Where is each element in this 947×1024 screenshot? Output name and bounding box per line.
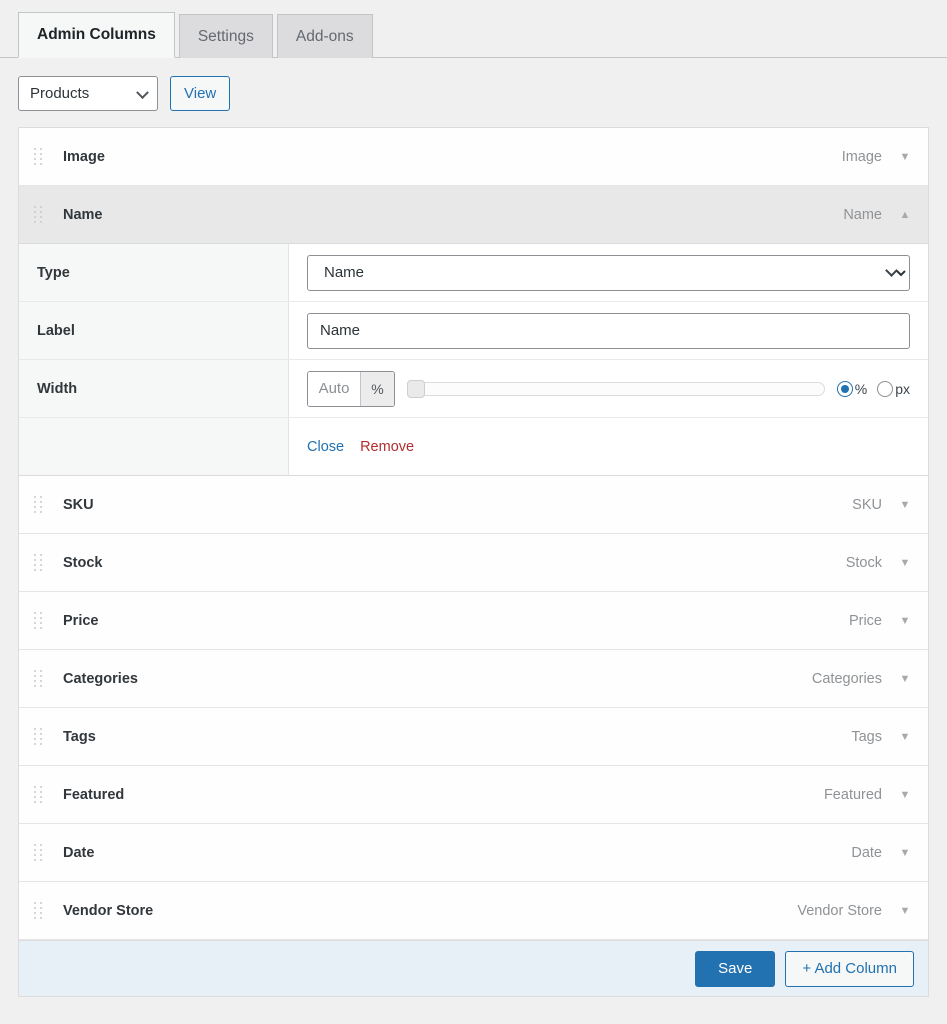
tab-settings[interactable]: Settings	[178, 14, 273, 58]
save-button[interactable]: Save	[695, 950, 776, 987]
close-link[interactable]: Close	[307, 439, 344, 455]
settings-row-label-field: Label	[19, 302, 928, 360]
settings-row-label: Type	[19, 244, 289, 301]
drag-handle-icon[interactable]	[34, 554, 44, 571]
column-row-date[interactable]: Date Date ▼	[19, 824, 928, 882]
column-type: Vendor Store	[797, 902, 882, 919]
chevron-down-icon[interactable]: ▼	[882, 905, 928, 917]
tab-add-ons[interactable]: Add-ons	[276, 14, 373, 58]
column-type: Date	[851, 844, 882, 861]
add-column-button-label: + Add Column	[802, 960, 897, 977]
width-slider-track	[407, 381, 825, 396]
column-label: Price	[63, 612, 99, 629]
column-row-price[interactable]: Price Price ▼	[19, 592, 928, 650]
chevron-down-icon[interactable]: ▼	[882, 151, 928, 163]
drag-handle-icon[interactable]	[34, 496, 44, 513]
column-label: Vendor Store	[63, 902, 154, 919]
width-unit-px-option[interactable]: px	[877, 380, 910, 397]
column-label: Name	[63, 206, 103, 223]
column-type: Price	[848, 612, 882, 629]
width-slider[interactable]	[407, 379, 825, 398]
column-settings-panel-name: Type Name Label Width	[19, 244, 928, 476]
drag-handle-icon[interactable]	[34, 786, 44, 803]
column-label: Categories	[63, 670, 138, 687]
column-label: Stock	[63, 554, 103, 571]
columns-card: Image Image ▼ Name Name ▲ Type Name Labe…	[18, 127, 929, 997]
column-row-featured[interactable]: Featured Featured ▼	[19, 766, 928, 824]
column-row-image[interactable]: Image Image ▼	[19, 128, 928, 186]
tab-label: Admin Columns	[37, 26, 156, 43]
view-button[interactable]: View	[170, 76, 231, 111]
chevron-up-icon[interactable]: ▲	[882, 209, 928, 221]
width-unit-px-label: px	[895, 380, 910, 397]
card-footer: Save + Add Column	[19, 940, 928, 996]
chevron-down-icon[interactable]: ▼	[882, 731, 928, 743]
settings-row-field	[289, 302, 928, 359]
view-button-label: View	[184, 85, 217, 102]
settings-row-field: Close Remove	[289, 418, 928, 475]
chevron-down-icon[interactable]: ▼	[882, 673, 928, 685]
settings-row-label: Label	[19, 302, 289, 359]
drag-handle-icon[interactable]	[34, 844, 44, 861]
column-type: SKU	[852, 496, 882, 513]
chevron-down-icon[interactable]: ▼	[882, 499, 928, 511]
drag-handle-icon[interactable]	[34, 728, 44, 745]
column-label: Featured	[63, 786, 125, 803]
tab-label: Add-ons	[295, 27, 354, 45]
width-input[interactable]	[308, 371, 360, 406]
column-row-vendor-store[interactable]: Vendor Store Vendor Store ▼	[19, 882, 928, 940]
settings-row-field: % % px	[289, 360, 928, 417]
remove-link[interactable]: Remove	[360, 439, 414, 455]
chevron-down-icon[interactable]: ▼	[882, 615, 928, 627]
column-row-name[interactable]: Name Name ▲	[19, 186, 928, 244]
tab-bar: Admin Columns Settings Add-ons	[0, 0, 947, 58]
drag-handle-icon[interactable]	[34, 148, 44, 165]
settings-row-label: Width	[19, 360, 289, 417]
column-row-stock[interactable]: Stock Stock ▼	[19, 534, 928, 592]
column-label: Tags	[63, 728, 96, 745]
column-row-tags[interactable]: Tags Tags ▼	[19, 708, 928, 766]
column-label-input[interactable]	[307, 312, 910, 349]
width-unit-percent-label: %	[854, 380, 868, 397]
column-type: Categories	[811, 670, 882, 687]
settings-row-actions: Close Remove	[19, 418, 928, 476]
column-type: Image	[841, 148, 882, 165]
drag-handle-icon[interactable]	[34, 670, 44, 687]
settings-row-width: Width % %	[19, 360, 928, 418]
save-button-label: Save	[718, 960, 753, 977]
settings-row-label-empty	[19, 418, 289, 475]
list-screen-select[interactable]: Products	[18, 76, 158, 111]
radio-unchecked-icon[interactable]	[877, 380, 894, 397]
column-type: Name	[843, 206, 882, 223]
column-type-select[interactable]: Name	[307, 254, 910, 291]
chevron-down-icon[interactable]: ▼	[882, 557, 928, 569]
drag-handle-icon[interactable]	[34, 206, 44, 223]
add-column-button[interactable]: + Add Column	[785, 950, 914, 987]
tab-label: Settings	[197, 27, 254, 45]
chevron-down-icon	[136, 85, 149, 99]
column-label: Image	[63, 148, 105, 165]
column-type: Tags	[851, 728, 882, 745]
tab-admin-columns[interactable]: Admin Columns	[18, 12, 175, 58]
list-screen-select-value: Products	[30, 85, 90, 102]
chevron-down-icon[interactable]: ▼	[882, 847, 928, 859]
column-type: Featured	[823, 786, 882, 803]
column-row-sku[interactable]: SKU SKU ▼	[19, 476, 928, 534]
radio-checked-icon[interactable]	[836, 380, 853, 397]
width-unit-suffix: %	[360, 371, 394, 406]
drag-handle-icon[interactable]	[34, 902, 44, 919]
toolbar: Products View	[0, 58, 947, 127]
width-slider-thumb[interactable]	[407, 379, 425, 398]
width-input-group: %	[307, 370, 395, 407]
column-row-categories[interactable]: Categories Categories ▼	[19, 650, 928, 708]
column-label: Date	[63, 844, 95, 861]
chevron-down-icon[interactable]: ▼	[882, 789, 928, 801]
column-label: SKU	[63, 496, 94, 513]
settings-row-field: Name	[289, 244, 928, 301]
width-unit-radios: % px	[836, 380, 910, 397]
drag-handle-icon[interactable]	[34, 612, 44, 629]
column-type: Stock	[845, 554, 882, 571]
settings-row-type: Type Name	[19, 244, 928, 302]
width-unit-percent-option[interactable]: %	[836, 380, 868, 397]
